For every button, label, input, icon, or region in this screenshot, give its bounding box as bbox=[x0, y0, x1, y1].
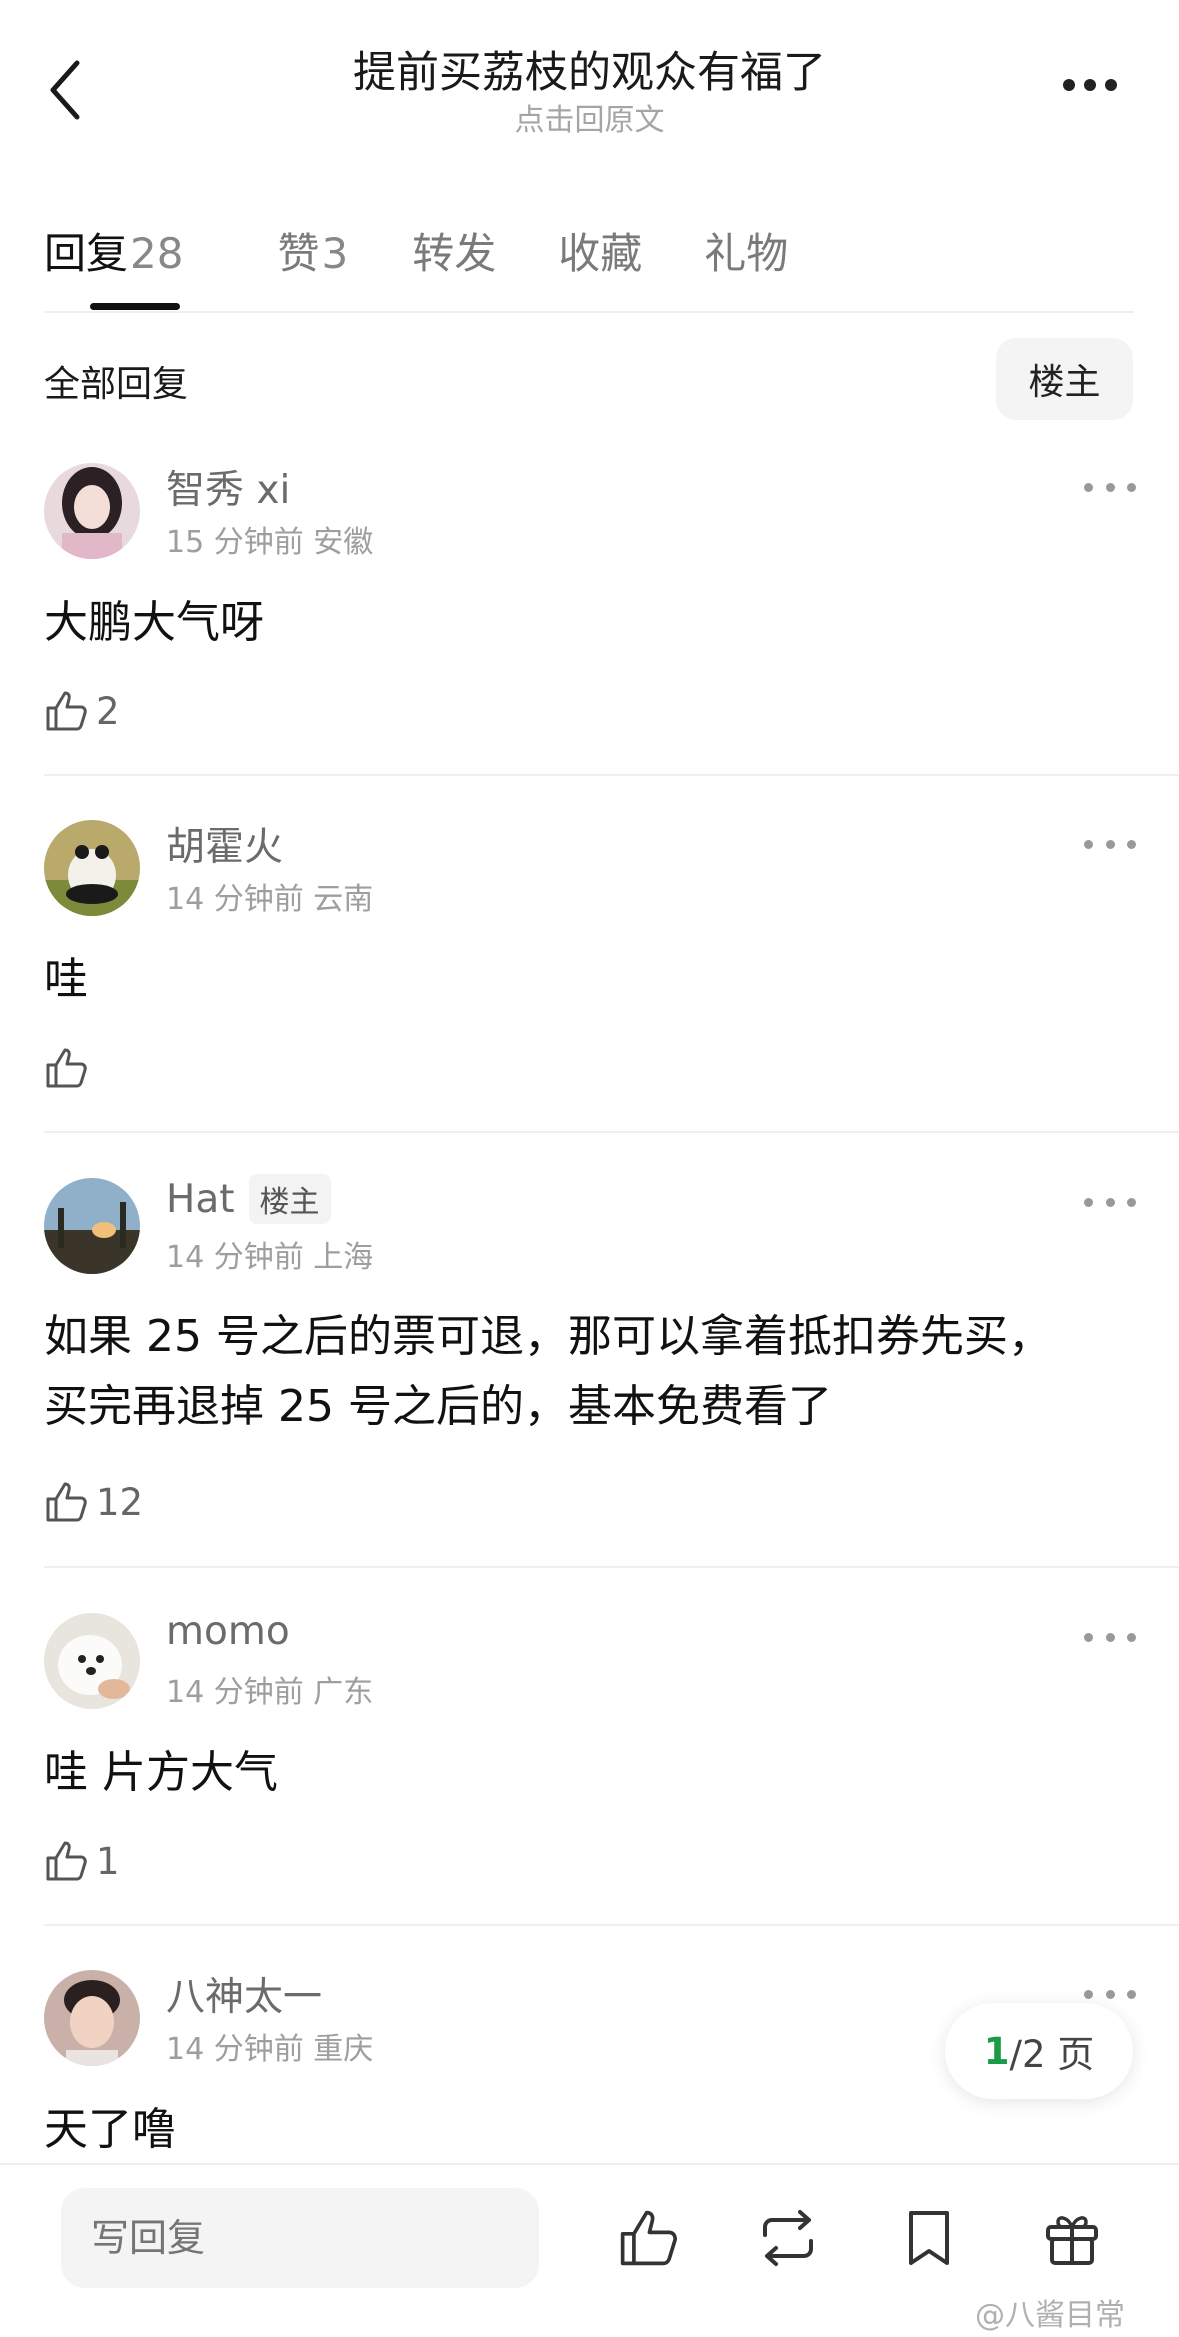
username[interactable]: momo bbox=[166, 1609, 290, 1654]
username[interactable]: Hat 楼主 bbox=[166, 1174, 331, 1224]
thumbs-up-icon bbox=[46, 1482, 87, 1522]
tab-gifts[interactable]: 礼物 bbox=[704, 220, 788, 281]
like-button[interactable]: 12 bbox=[44, 1474, 143, 1530]
like-post-button[interactable] bbox=[612, 2202, 684, 2274]
avatar[interactable] bbox=[44, 1613, 140, 1709]
tab-likes[interactable]: 赞3 bbox=[277, 220, 348, 281]
avatar-image bbox=[44, 463, 140, 559]
like-count: 2 bbox=[96, 689, 120, 733]
username[interactable]: 智秀 xi bbox=[166, 459, 290, 515]
username[interactable]: 八神太一 bbox=[166, 1966, 322, 2022]
like-button[interactable]: 1 bbox=[44, 1833, 120, 1889]
username[interactable]: 胡霍火 bbox=[166, 816, 283, 872]
all-replies-label: 全部回复 bbox=[44, 364, 189, 405]
comment-divider bbox=[44, 1566, 1179, 1568]
current-page: 1 bbox=[983, 2029, 1010, 2073]
more-dot bbox=[1105, 79, 1117, 91]
thumbs-up-icon bbox=[46, 1048, 87, 1088]
tab-replies[interactable]: 回复28 bbox=[44, 220, 183, 281]
avatar[interactable] bbox=[44, 463, 140, 559]
tab-bar: 回复28 赞3 转发 收藏 礼物 bbox=[44, 215, 852, 285]
more-options-button[interactable] bbox=[1050, 60, 1130, 110]
tab-favorites[interactable]: 收藏 bbox=[558, 220, 642, 281]
like-button[interactable]: 2 bbox=[44, 683, 120, 739]
like-count: 12 bbox=[96, 1480, 144, 1524]
like-button[interactable] bbox=[44, 1040, 96, 1096]
more-dot bbox=[1084, 79, 1096, 91]
comment-divider bbox=[44, 1924, 1179, 1926]
page-title: 提前买荔枝的观众有福了 bbox=[353, 48, 826, 98]
watermark: @八酱目常 bbox=[975, 2298, 1125, 2333]
tab-count: 28 bbox=[130, 228, 184, 278]
repost-icon bbox=[763, 2210, 813, 2266]
op-only-filter-button[interactable]: 楼主 bbox=[996, 338, 1133, 420]
gift-button[interactable] bbox=[1036, 2202, 1108, 2274]
gift-icon bbox=[1046, 2216, 1098, 2265]
back-to-original-link[interactable]: 点击回原文 bbox=[0, 95, 1179, 139]
thumbs-up-icon bbox=[620, 2210, 677, 2266]
comment-more-button[interactable] bbox=[1084, 477, 1136, 497]
comment-text: 哇 bbox=[44, 954, 88, 1005]
comment-more-button[interactable] bbox=[1084, 1627, 1136, 1647]
avatar[interactable] bbox=[44, 820, 140, 916]
comment-meta: 14 分钟前 重庆 bbox=[166, 2032, 374, 2067]
thumbs-up-icon bbox=[46, 1841, 87, 1881]
comment-more-button[interactable] bbox=[1084, 1192, 1136, 1212]
comment-divider bbox=[44, 774, 1179, 776]
comment-text: 天了噜 bbox=[44, 2104, 176, 2155]
like-count: 1 bbox=[96, 1839, 120, 1883]
repost-button[interactable] bbox=[752, 2202, 824, 2274]
thumbs-up-icon bbox=[46, 691, 87, 731]
bookmark-icon bbox=[909, 2211, 949, 2265]
comment-text: 哇 片方大气 bbox=[44, 1747, 278, 1798]
bookmark-button[interactable] bbox=[893, 2202, 965, 2274]
avatar-image bbox=[44, 1178, 140, 1274]
comment-more-button[interactable] bbox=[1084, 834, 1136, 854]
comment-divider bbox=[44, 1131, 1179, 1133]
tab-count: 3 bbox=[321, 228, 349, 278]
comment-more-button[interactable] bbox=[1084, 1984, 1136, 2004]
tabs-divider bbox=[44, 311, 1134, 313]
comment-meta: 14 分钟前 广东 bbox=[166, 1675, 374, 1710]
comment-meta: 15 分钟前 安徽 bbox=[166, 525, 374, 560]
avatar-image bbox=[44, 820, 140, 916]
reply-input[interactable] bbox=[61, 2188, 539, 2288]
comment-meta: 14 分钟前 云南 bbox=[166, 882, 374, 917]
comment-meta: 14 分钟前 上海 bbox=[166, 1240, 374, 1275]
op-badge: 楼主 bbox=[248, 1174, 331, 1224]
comment-text-line: 如果 25 号之后的票可退，那可以拿着抵扣券先买， bbox=[44, 1311, 1052, 1362]
more-dot bbox=[1063, 79, 1075, 91]
tab-reposts[interactable]: 转发 bbox=[412, 220, 496, 281]
avatar[interactable] bbox=[44, 1970, 140, 2066]
comment-text-line: 买完再退掉 25 号之后的，基本免费看了 bbox=[44, 1381, 832, 1432]
avatar-image bbox=[44, 1970, 140, 2066]
comment-text: 大鹏大气呀 bbox=[44, 597, 264, 648]
avatar-image bbox=[44, 1613, 140, 1709]
active-tab-indicator bbox=[90, 303, 180, 310]
page-indicator[interactable]: 1/2 页 bbox=[945, 2003, 1133, 2099]
total-pages: /2 页 bbox=[1009, 2033, 1095, 2076]
avatar[interactable] bbox=[44, 1178, 140, 1274]
